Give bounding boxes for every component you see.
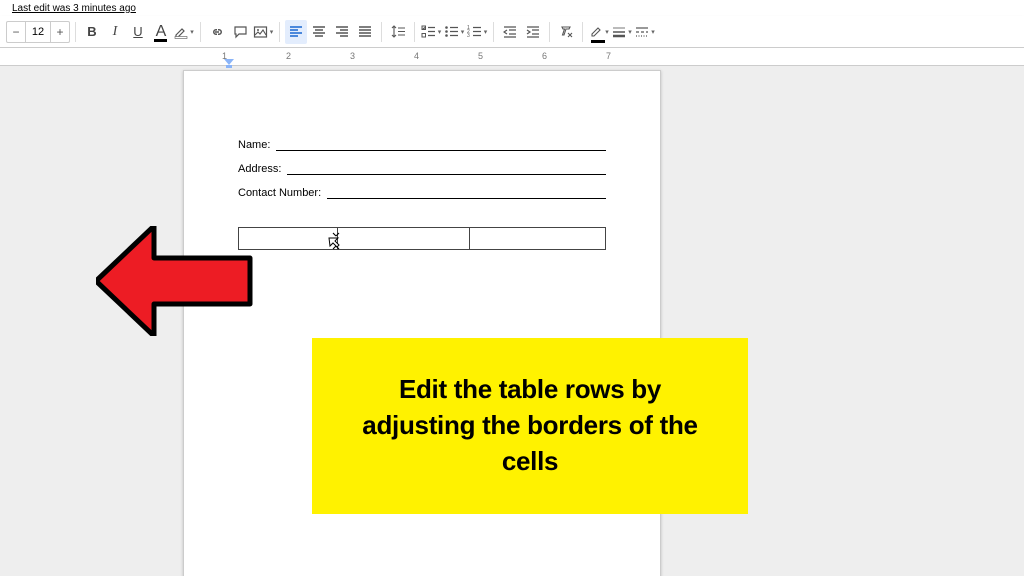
instruction-text: Edit the table rows by adjusting the bor… <box>340 372 720 480</box>
font-size-value[interactable]: 12 <box>25 22 51 42</box>
address-input-line[interactable] <box>287 161 606 175</box>
name-label: Name: <box>238 139 270 151</box>
table-cell[interactable] <box>338 228 470 250</box>
ruler-num-3: 3 <box>350 51 355 61</box>
last-edit-link[interactable]: Last edit was 3 minutes ago <box>12 3 136 14</box>
contact-label: Contact Number: <box>238 187 321 199</box>
border-style-button[interactable]: ▾ <box>634 20 656 44</box>
checklist-button[interactable]: ▾ <box>420 20 442 44</box>
bulleted-list-button[interactable]: ▾ <box>443 20 465 44</box>
separator <box>414 22 415 42</box>
ruler-num-2: 2 <box>286 51 291 61</box>
font-size-box: − 12 + <box>6 21 70 43</box>
instruction-callout: Edit the table rows by adjusting the bor… <box>312 338 748 514</box>
header-bar: Last edit was 3 minutes ago <box>0 0 1024 16</box>
form-row-name: Name: <box>238 137 606 151</box>
font-size-increase[interactable]: + <box>51 22 69 42</box>
toolbar: − 12 + B I U A ▾ ▾ ▾ ▾ 123▾ <box>0 16 1024 48</box>
align-justify-button[interactable] <box>354 20 376 44</box>
address-label: Address: <box>238 163 281 175</box>
clear-formatting-button[interactable] <box>555 20 577 44</box>
canvas-area: 1 2 3 4 5 6 7 Name: Address: Contact Num… <box>0 48 1024 576</box>
bold-button[interactable]: B <box>81 20 103 44</box>
underline-button[interactable]: U <box>127 20 149 44</box>
border-width-button[interactable]: ▾ <box>611 20 633 44</box>
align-center-button[interactable] <box>308 20 330 44</box>
ruler-num-7: 7 <box>606 51 611 61</box>
align-right-button[interactable] <box>331 20 353 44</box>
insert-comment-button[interactable] <box>229 20 251 44</box>
indent-marker[interactable] <box>224 56 234 74</box>
highlight-color-button[interactable]: ▾ <box>173 20 195 44</box>
ruler-num-4: 4 <box>414 51 419 61</box>
italic-button[interactable]: I <box>104 20 126 44</box>
form-row-address: Address: <box>238 161 606 175</box>
separator <box>279 22 280 42</box>
svg-text:3: 3 <box>467 33 470 38</box>
contact-input-line[interactable] <box>327 185 606 199</box>
line-spacing-button[interactable] <box>387 20 409 44</box>
decrease-indent-button[interactable] <box>499 20 521 44</box>
ruler-num-6: 6 <box>542 51 547 61</box>
insert-image-button[interactable]: ▾ <box>252 20 274 44</box>
separator <box>493 22 494 42</box>
document-table[interactable] <box>238 227 606 250</box>
table-cell[interactable] <box>239 228 338 250</box>
separator <box>381 22 382 42</box>
border-color-button[interactable]: ▾ <box>588 20 610 44</box>
table-cell[interactable] <box>470 228 606 250</box>
name-input-line[interactable] <box>276 137 606 151</box>
separator <box>75 22 76 42</box>
separator <box>582 22 583 42</box>
insert-link-button[interactable] <box>206 20 228 44</box>
table-row[interactable] <box>239 228 606 250</box>
text-color-button[interactable]: A <box>150 20 172 44</box>
align-left-button[interactable] <box>285 20 307 44</box>
increase-indent-button[interactable] <box>522 20 544 44</box>
separator <box>549 22 550 42</box>
font-size-decrease[interactable]: − <box>7 22 25 42</box>
ruler-num-5: 5 <box>478 51 483 61</box>
form-row-contact: Contact Number: <box>238 185 606 199</box>
numbered-list-button[interactable]: 123▾ <box>466 20 488 44</box>
horizontal-ruler[interactable]: 1 2 3 4 5 6 7 <box>0 48 1024 66</box>
separator <box>200 22 201 42</box>
